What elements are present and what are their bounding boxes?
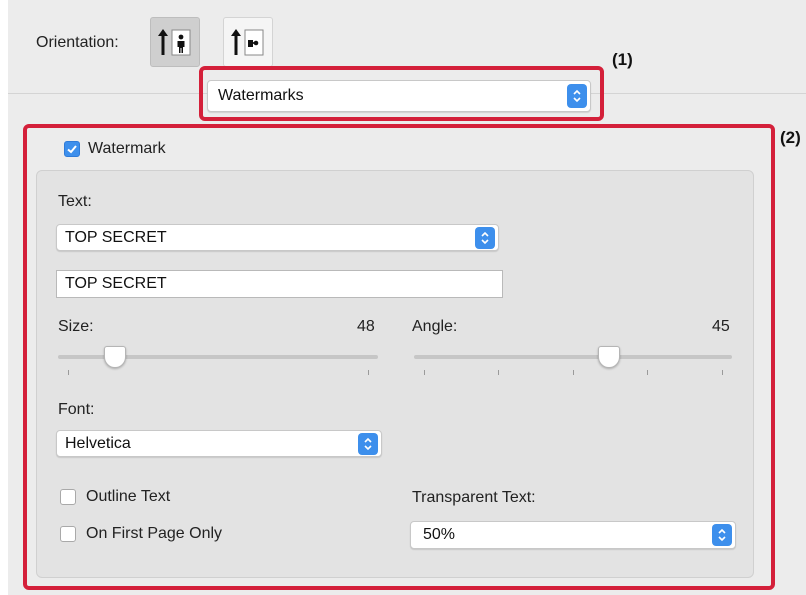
landscape-orientation-button[interactable] bbox=[223, 17, 273, 67]
watermark-checkbox-label: Watermark bbox=[88, 140, 166, 157]
font-select[interactable]: Helvetica bbox=[56, 430, 382, 457]
watermark-checkbox-row[interactable]: Watermark bbox=[64, 140, 166, 158]
angle-value: 45 bbox=[712, 318, 730, 335]
first-page-only-label: On First Page Only bbox=[86, 525, 223, 542]
angle-slider-tick bbox=[573, 370, 574, 375]
angle-slider-track[interactable] bbox=[414, 355, 732, 359]
watermark-checkbox[interactable] bbox=[64, 141, 80, 157]
angle-slider-tick bbox=[647, 370, 648, 375]
size-label: Size: bbox=[58, 318, 94, 335]
watermark-text-field[interactable]: TOP SECRET bbox=[56, 270, 503, 298]
callout-label-1: (1) bbox=[612, 50, 633, 69]
text-preset-select[interactable]: TOP SECRET bbox=[56, 224, 499, 251]
font-select-value: Helvetica bbox=[65, 434, 131, 452]
landscape-orientation-icon bbox=[231, 29, 264, 56]
panel-select-value: Watermarks bbox=[218, 87, 304, 104]
checkmark-icon bbox=[67, 145, 77, 154]
size-slider-tick bbox=[68, 370, 69, 375]
orientation-label: Orientation: bbox=[36, 34, 119, 51]
chevron-up-down-icon bbox=[567, 84, 587, 108]
portrait-orientation-icon bbox=[158, 29, 191, 56]
outline-text-checkbox[interactable] bbox=[60, 489, 76, 505]
angle-slider-tick bbox=[722, 370, 723, 375]
chevron-up-down-icon bbox=[358, 432, 378, 455]
first-page-only-row[interactable]: On First Page Only bbox=[60, 525, 222, 543]
text-label: Text: bbox=[58, 193, 92, 210]
panel-select[interactable]: Watermarks bbox=[207, 80, 591, 112]
transparent-text-select[interactable]: 50% bbox=[410, 521, 736, 549]
transparent-text-value: 50% bbox=[423, 526, 456, 543]
angle-label: Angle: bbox=[412, 318, 458, 335]
outline-text-label: Outline Text bbox=[86, 488, 171, 505]
text-preset-value: TOP SECRET bbox=[65, 228, 167, 246]
angle-slider-thumb[interactable] bbox=[598, 346, 620, 368]
size-slider-thumb[interactable] bbox=[104, 346, 126, 368]
chevron-up-down-icon bbox=[475, 226, 495, 249]
transparent-text-label: Transparent Text: bbox=[412, 489, 536, 506]
outline-text-row[interactable]: Outline Text bbox=[60, 488, 170, 506]
chevron-up-down-icon bbox=[712, 524, 732, 546]
callout-label-2: (2) bbox=[780, 128, 801, 147]
size-slider-tick bbox=[368, 370, 369, 375]
font-label: Font: bbox=[58, 401, 95, 418]
angle-slider-tick bbox=[498, 370, 499, 375]
size-value: 48 bbox=[357, 318, 375, 335]
angle-slider-tick bbox=[424, 370, 425, 375]
portrait-orientation-button[interactable] bbox=[150, 17, 200, 67]
first-page-only-checkbox[interactable] bbox=[60, 526, 76, 542]
